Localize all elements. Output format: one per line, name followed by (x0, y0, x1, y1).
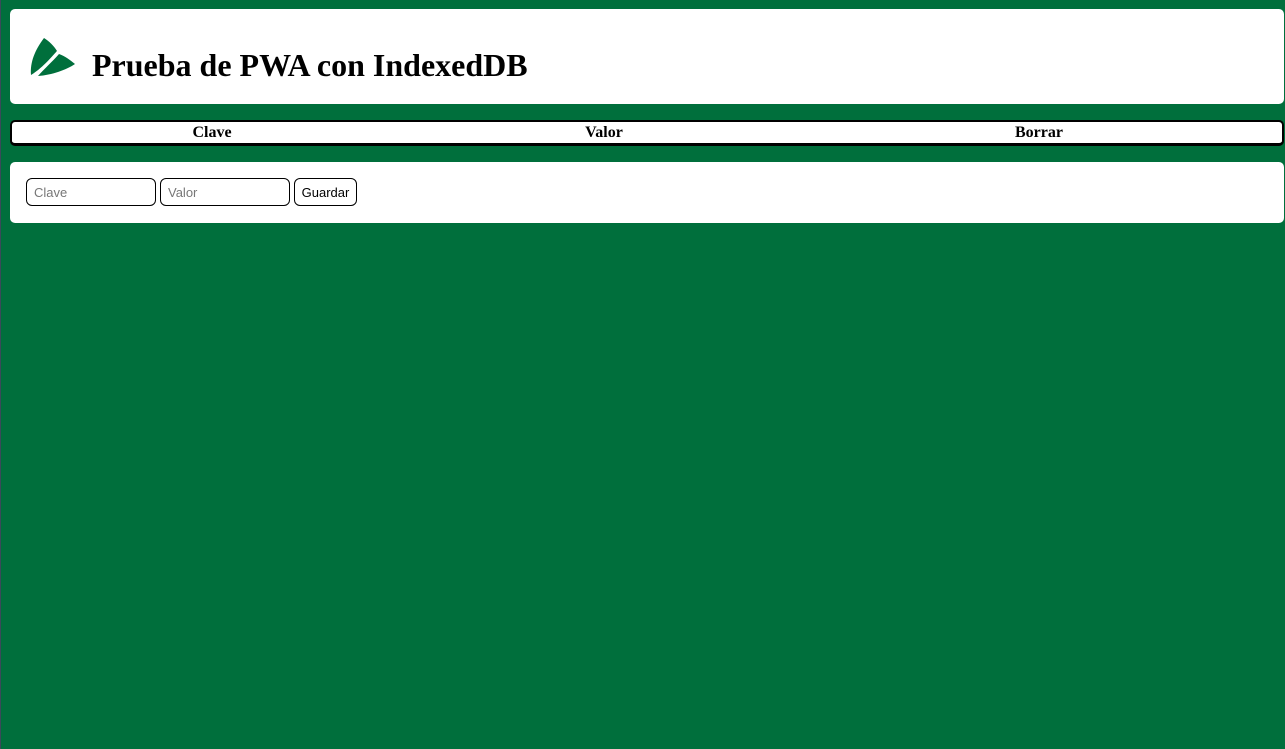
page-title: Prueba de PWA con IndexedDB (92, 47, 528, 83)
column-header-clave: Clave (192, 124, 232, 141)
key-input[interactable] (26, 178, 156, 206)
save-button[interactable]: Guardar (294, 178, 357, 206)
value-input[interactable] (160, 178, 290, 206)
column-header-valor: Valor (585, 124, 623, 141)
window-left-edge (0, 0, 1, 749)
data-table: Clave Valor Borrar (10, 120, 1284, 146)
app-header: Prueba de PWA con IndexedDB (10, 9, 1284, 104)
entry-form: Guardar (10, 162, 1284, 223)
column-header-borrar: Borrar (1015, 124, 1063, 141)
leaf-logo-icon (30, 38, 75, 76)
